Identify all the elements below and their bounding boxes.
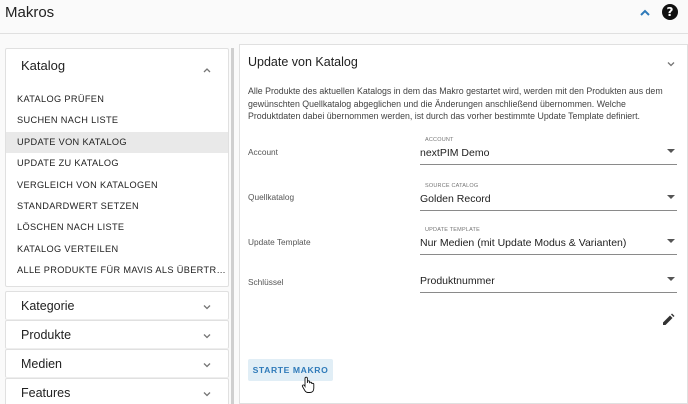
dropdown-arrow-icon xyxy=(667,239,675,243)
chevron-down-icon[interactable] xyxy=(665,58,677,70)
katalog-section: Katalog KATALOG PRÜFEN SUCHEN NACH LISTE… xyxy=(5,48,229,287)
macro-item-loeschen-nach-liste[interactable]: LÖSCHEN NACH LISTE xyxy=(6,217,228,238)
dropdown-arrow-icon xyxy=(667,277,675,281)
account-select[interactable]: ACCOUNT nextPIM Demo xyxy=(420,137,677,165)
macro-detail-panel: Update von Katalog Alle Produkte des akt… xyxy=(239,44,688,404)
chevron-up-icon[interactable] xyxy=(637,5,653,21)
hand-cursor-icon xyxy=(301,376,315,393)
macro-item-vergleich-von-katalogen[interactable]: VERGLEICH VON KATALOGEN xyxy=(6,175,228,196)
chevron-down-icon xyxy=(203,334,211,339)
macro-category-list: Katalog KATALOG PRÜFEN SUCHEN NACH LISTE… xyxy=(5,48,229,404)
macro-title: Update von Katalog xyxy=(248,55,358,69)
source-catalog-select[interactable]: SOURCE CATALOG Golden Record xyxy=(420,183,677,211)
katalog-section-header[interactable]: Katalog xyxy=(6,49,228,83)
chevron-down-icon xyxy=(203,305,211,310)
start-macro-button[interactable]: STARTE MAKRO xyxy=(248,359,333,381)
quellkatalog-label: Quellkatalog xyxy=(248,192,295,202)
schluessel-select[interactable]: Produktnummer xyxy=(420,271,677,293)
dropdown-arrow-icon xyxy=(667,149,675,153)
katalog-macro-list: KATALOG PRÜFEN SUCHEN NACH LISTE UPDATE … xyxy=(6,89,228,282)
macro-item-standardwert-setzen[interactable]: STANDARDWERT SETZEN xyxy=(6,196,228,217)
macro-description: Alle Produkte des aktuellen Katalogs in … xyxy=(248,86,663,121)
features-section-label: Features xyxy=(21,386,71,400)
page-title: Makros xyxy=(5,4,55,21)
header-bar: Makros ? xyxy=(0,0,688,34)
medien-section-header[interactable]: Medien xyxy=(5,349,229,378)
chevron-up-icon xyxy=(203,68,211,73)
kategorie-section-label: Kategorie xyxy=(21,299,75,313)
dropdown-arrow-icon xyxy=(667,195,675,199)
macro-item-alle-produkte-mavis[interactable]: ALLE PRODUKTE FÜR MAVIS ALS ÜBERTRAGEN..… xyxy=(6,260,228,281)
chevron-down-icon xyxy=(203,363,211,368)
macro-item-update-von-katalog[interactable]: UPDATE VON KATALOG xyxy=(6,131,228,154)
update-template-value: Nur Medien (mit Update Modus & Varianten… xyxy=(420,237,627,249)
panel-divider[interactable] xyxy=(231,48,234,404)
schluessel-value: Produktnummer xyxy=(420,275,495,287)
chevron-down-icon xyxy=(203,392,211,397)
kategorie-section-header[interactable]: Kategorie xyxy=(5,291,229,320)
macro-item-katalog-pruefen[interactable]: KATALOG PRÜFEN xyxy=(6,89,228,110)
medien-section-label: Medien xyxy=(21,357,62,371)
update-template-select[interactable]: UPDATE TEMPLATE Nur Medien (mit Update M… xyxy=(420,227,677,255)
features-section-header[interactable]: Features xyxy=(5,378,229,404)
source-catalog-caption: SOURCE CATALOG xyxy=(425,183,479,189)
macro-item-update-zu-katalog[interactable]: UPDATE ZU KATALOG xyxy=(6,153,228,174)
produkte-section-label: Produkte xyxy=(21,328,72,342)
katalog-section-label: Katalog xyxy=(21,58,66,73)
help-icon[interactable]: ? xyxy=(662,4,678,20)
account-value: nextPIM Demo xyxy=(420,147,490,159)
schluessel-label: Schlüssel xyxy=(248,277,284,287)
update-template-label: Update Template xyxy=(248,237,311,247)
account-field-caption: ACCOUNT xyxy=(425,137,454,143)
macro-item-suchen-nach-liste[interactable]: SUCHEN NACH LISTE xyxy=(6,110,228,131)
pencil-icon[interactable] xyxy=(661,313,675,327)
produkte-section-header[interactable]: Produkte xyxy=(5,320,229,349)
macro-item-katalog-verteilen[interactable]: KATALOG VERTEILEN xyxy=(6,239,228,260)
source-catalog-value: Golden Record xyxy=(420,193,491,205)
account-label: Account xyxy=(248,147,278,157)
update-template-caption: UPDATE TEMPLATE xyxy=(425,227,480,233)
